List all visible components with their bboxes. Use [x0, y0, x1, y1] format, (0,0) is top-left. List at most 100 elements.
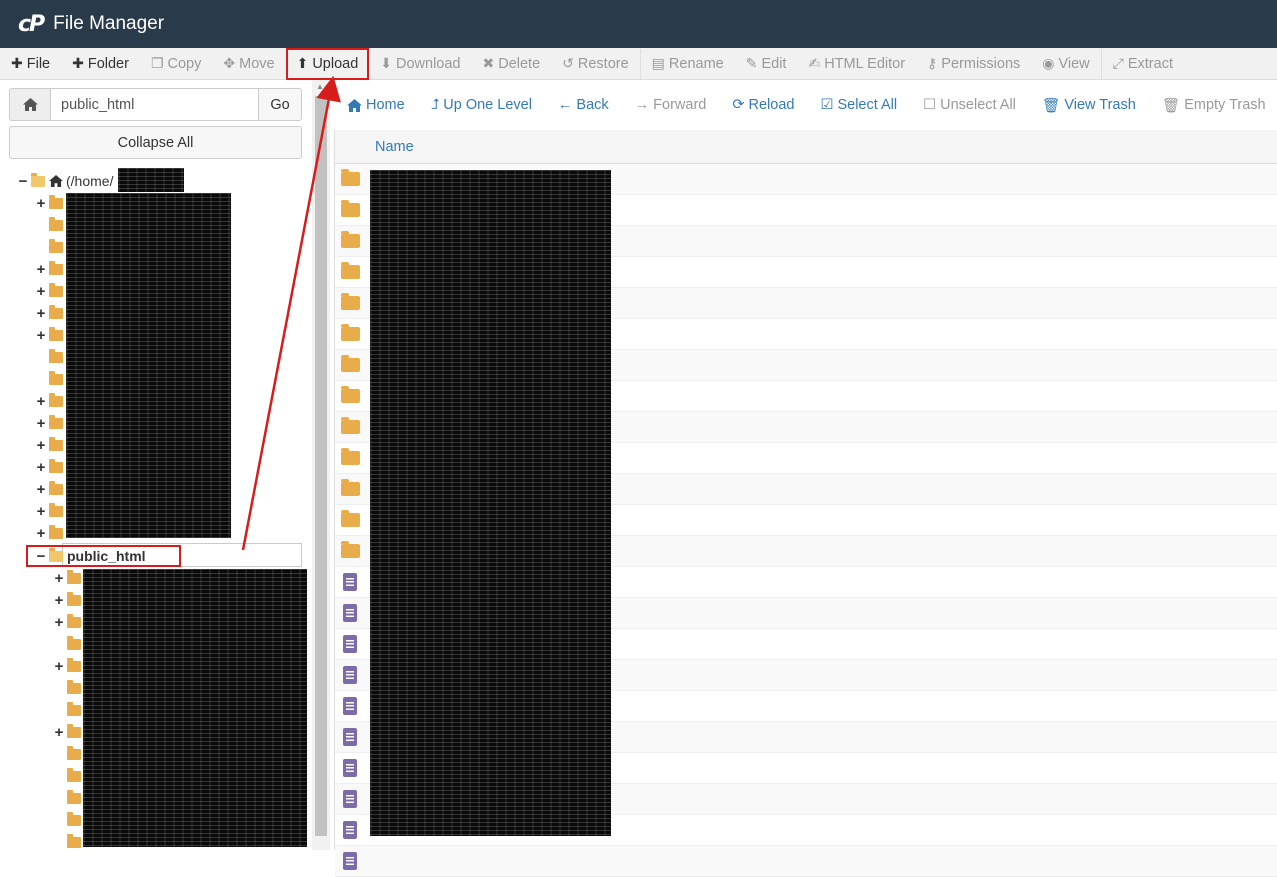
- folder-icon: [49, 260, 63, 275]
- copy-button[interactable]: ❐ Copy: [140, 48, 212, 80]
- go-button[interactable]: Go: [258, 88, 302, 121]
- expand-icon[interactable]: +: [53, 570, 65, 587]
- folder-icon: [49, 304, 63, 319]
- folder-icon: [67, 635, 81, 650]
- tree-item[interactable]: [53, 743, 85, 765]
- expand-icon[interactable]: +: [35, 195, 47, 212]
- collapse-icon[interactable]: −: [17, 173, 29, 190]
- folder-icon: [341, 262, 360, 279]
- tree-item[interactable]: [53, 787, 85, 809]
- tree-item[interactable]: +: [35, 192, 67, 214]
- tree-item[interactable]: [53, 633, 85, 655]
- tree-item[interactable]: +: [35, 412, 67, 434]
- tree-item[interactable]: +: [35, 478, 67, 500]
- tree-item[interactable]: +: [35, 456, 67, 478]
- tree-item[interactable]: +: [53, 567, 85, 589]
- tree-item[interactable]: +: [35, 324, 67, 346]
- home-nav-button[interactable]: Home: [334, 88, 418, 122]
- expand-icon[interactable]: +: [53, 592, 65, 609]
- tree-item[interactable]: +: [35, 258, 67, 280]
- back-button[interactable]: ← Back: [545, 88, 622, 122]
- reload-button[interactable]: ⟳ Reload: [719, 88, 807, 122]
- home-button[interactable]: [9, 88, 51, 121]
- tree-item[interactable]: +: [53, 589, 85, 611]
- tree-item[interactable]: [53, 809, 85, 831]
- view-button[interactable]: ◉ View: [1031, 48, 1100, 80]
- tree-item[interactable]: +: [35, 302, 67, 324]
- tree-item[interactable]: [53, 765, 85, 787]
- new-file-button[interactable]: ✚ File: [0, 48, 61, 80]
- expand-icon[interactable]: +: [53, 658, 65, 675]
- expand-icon[interactable]: +: [35, 393, 47, 410]
- delete-button[interactable]: ✖ Delete: [472, 48, 552, 80]
- file-icon: [343, 821, 357, 839]
- rename-button[interactable]: ▤ Rename: [641, 48, 735, 80]
- expand-icon[interactable]: +: [35, 415, 47, 432]
- folder-icon: [49, 348, 63, 363]
- restore-button[interactable]: ↺ Restore: [551, 48, 640, 80]
- folder-icon: [341, 417, 360, 434]
- trash-icon: 🗑: [1041, 97, 1061, 114]
- edit-button[interactable]: ✎ Edit: [735, 48, 798, 80]
- tree-item[interactable]: +: [53, 611, 85, 633]
- tree-item[interactable]: +: [35, 522, 67, 544]
- tree-item[interactable]: [53, 677, 85, 699]
- expand-icon[interactable]: +: [53, 614, 65, 631]
- tree-item[interactable]: +: [35, 280, 67, 302]
- expand-icon[interactable]: +: [35, 261, 47, 278]
- expand-icon[interactable]: +: [35, 459, 47, 476]
- tree-item[interactable]: [35, 236, 67, 258]
- edit-square-icon: ✍: [808, 55, 821, 71]
- folder-icon: [341, 541, 360, 558]
- folder-icon: [49, 194, 63, 209]
- tree-item[interactable]: +: [53, 721, 85, 743]
- expand-icon[interactable]: +: [35, 327, 47, 344]
- empty-trash-button[interactable]: 🗑 Empty Trash: [1149, 88, 1277, 122]
- tree-item[interactable]: [35, 346, 67, 368]
- expand-icon[interactable]: +: [35, 481, 47, 498]
- folder-icon: [67, 701, 81, 716]
- folder-icon: [67, 745, 81, 760]
- tree-item[interactable]: +: [35, 390, 67, 412]
- name-column-header[interactable]: Name: [335, 130, 1277, 164]
- upload-button[interactable]: ⬆ Upload: [285, 47, 370, 80]
- tree-root[interactable]: − (/home/: [17, 170, 113, 192]
- expand-icon[interactable]: +: [35, 305, 47, 322]
- expand-icon[interactable]: +: [35, 503, 47, 520]
- forward-button[interactable]: → Forward: [622, 88, 720, 122]
- view-trash-button[interactable]: 🗑 View Trash: [1029, 88, 1149, 122]
- folder-icon: [341, 355, 360, 372]
- folder-icon: [49, 370, 63, 385]
- tree-item[interactable]: [35, 214, 67, 236]
- new-folder-button[interactable]: ✚ Folder: [61, 48, 140, 80]
- path-input[interactable]: [51, 88, 258, 121]
- folder-open-icon: [31, 172, 45, 187]
- cpanel-logo[interactable]: cP: [18, 12, 45, 37]
- select-all-button[interactable]: ☑ Select All: [807, 88, 910, 122]
- scroll-up-icon[interactable]: ▲: [316, 82, 324, 91]
- expand-icon[interactable]: +: [35, 437, 47, 454]
- close-icon: ✖: [482, 55, 495, 71]
- scrollbar-thumb[interactable]: [315, 96, 327, 836]
- download-button[interactable]: ⬇ Download: [369, 48, 471, 80]
- expand-icon[interactable]: +: [35, 283, 47, 300]
- tree-item[interactable]: +: [35, 434, 67, 456]
- tree-scrollbar[interactable]: ▲: [312, 80, 330, 850]
- move-button[interactable]: ✥ Move: [212, 48, 285, 80]
- permissions-button[interactable]: ⚷ Permissions: [916, 48, 1031, 80]
- expand-icon[interactable]: +: [53, 724, 65, 741]
- table-row[interactable]: [335, 846, 1277, 877]
- tree-item[interactable]: [35, 368, 67, 390]
- folder-icon: [67, 679, 81, 694]
- up-one-level-button[interactable]: ⮥ Up One Level: [418, 88, 545, 122]
- folder-icon: [67, 789, 81, 804]
- tree-item[interactable]: +: [53, 655, 85, 677]
- html-editor-button[interactable]: ✍ HTML Editor: [797, 48, 916, 80]
- unselect-all-button[interactable]: ☐ Unselect All: [910, 88, 1029, 122]
- extract-button[interactable]: ⤢ Extract: [1102, 48, 1184, 80]
- key-icon: ⚷: [927, 55, 938, 71]
- tree-item[interactable]: +: [35, 500, 67, 522]
- expand-icon[interactable]: +: [35, 525, 47, 542]
- collapse-all-button[interactable]: Collapse All: [9, 126, 302, 159]
- tree-item[interactable]: [53, 699, 85, 721]
